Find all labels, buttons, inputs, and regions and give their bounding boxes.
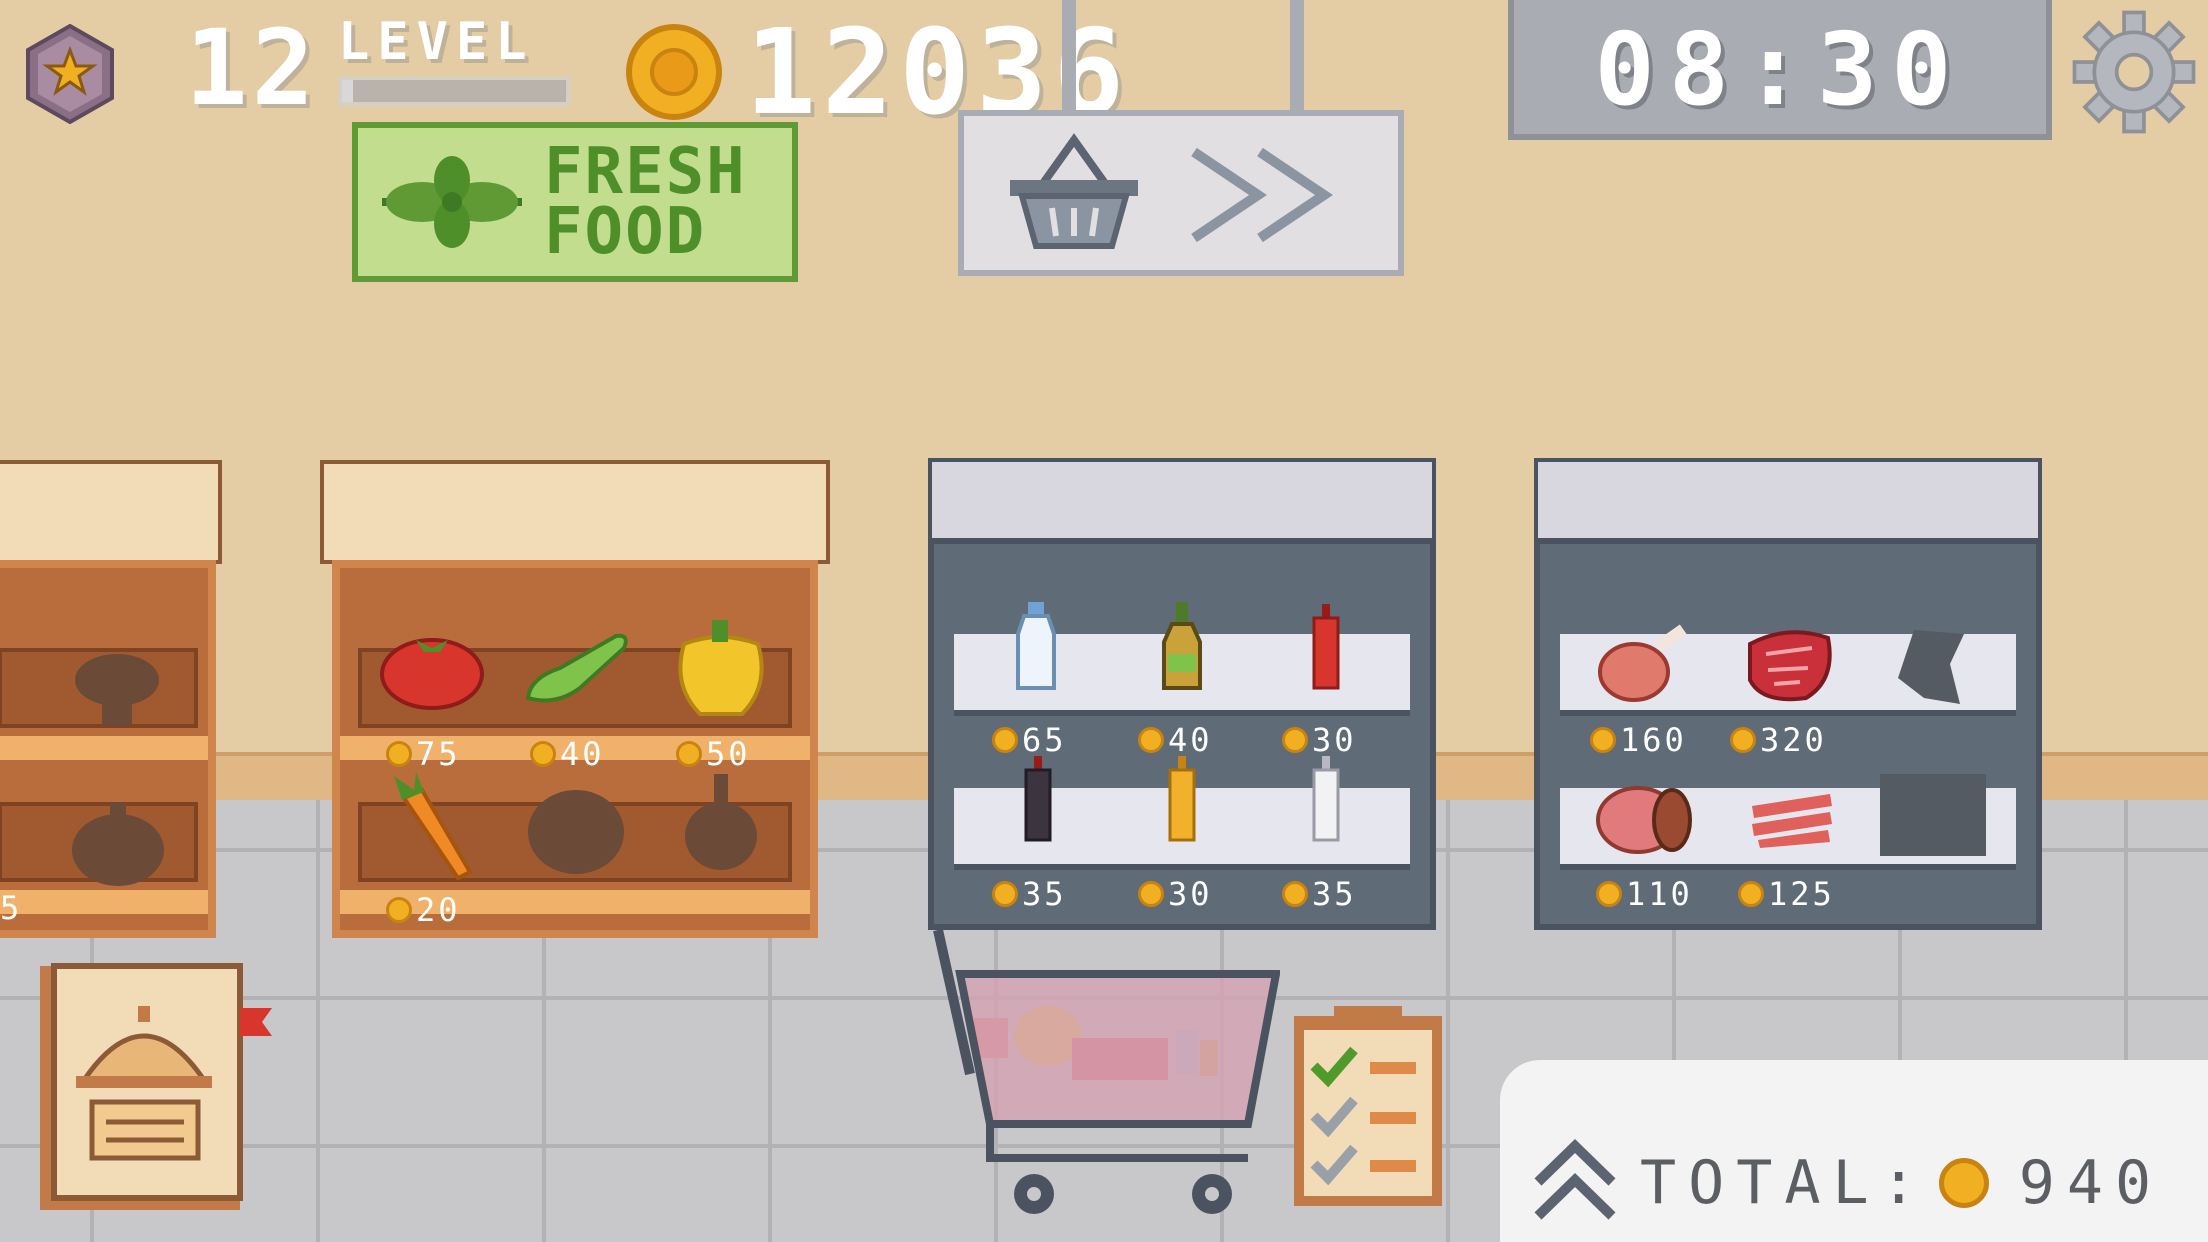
recipe-book-icon[interactable] xyxy=(36,962,276,1214)
clock-time: 08:30 xyxy=(1594,11,1966,128)
cabbage-silhouette-icon xyxy=(528,790,624,874)
gear-icon[interactable] xyxy=(2072,10,2196,134)
shelf-rail xyxy=(0,736,208,760)
price-value: 320 xyxy=(1760,721,1827,759)
soy-sauce-bottle-icon[interactable] xyxy=(1024,756,1052,842)
coin-icon xyxy=(1138,727,1164,753)
beet-silhouette-icon xyxy=(685,774,757,870)
basket-icon xyxy=(1010,133,1138,249)
fresh-food-sign: FRESH FOOD xyxy=(352,122,798,282)
steak-icon[interactable] xyxy=(1742,624,1836,704)
price-label: 50 xyxy=(676,734,751,774)
mustard-bottle-icon[interactable] xyxy=(1168,756,1196,842)
coin-icon xyxy=(1282,881,1308,907)
bacon-icon[interactable] xyxy=(1748,788,1834,850)
drinks-fridge-top xyxy=(928,458,1436,542)
fast-forward-icon xyxy=(1191,147,1333,243)
ham-leg-icon[interactable] xyxy=(1596,620,1692,704)
herb-icon xyxy=(382,156,522,248)
price-label: 75 xyxy=(386,734,461,774)
oil-bottle-icon[interactable] xyxy=(1160,600,1204,692)
coin-icon xyxy=(992,881,1018,907)
price-value: 30 xyxy=(1312,721,1357,759)
sign-pole-left xyxy=(1062,0,1076,112)
coin-icon xyxy=(1282,727,1308,753)
price-value: 40 xyxy=(1168,721,1213,759)
coin-icon xyxy=(1738,881,1764,907)
price-value: 125 xyxy=(1768,875,1835,913)
total-amount: TOTAL: 940 xyxy=(1640,1148,2163,1218)
fish-silhouette-icon xyxy=(1898,630,1964,704)
mayo-bottle-icon[interactable] xyxy=(1312,756,1340,842)
coin-icon xyxy=(386,897,412,923)
checkout-sign[interactable] xyxy=(958,110,1404,276)
price-label: 20 xyxy=(386,890,461,930)
price-label: 30 xyxy=(1138,874,1213,914)
coin-icon xyxy=(1138,881,1164,907)
price-value: 50 xyxy=(706,735,751,773)
price-value: 20 xyxy=(416,891,461,929)
coin-icon xyxy=(1730,727,1756,753)
price-value: 35 xyxy=(1022,875,1067,913)
coin-icon xyxy=(676,741,702,767)
chevron-up-icon[interactable] xyxy=(1530,1134,1620,1224)
cucumber-icon[interactable] xyxy=(520,624,632,710)
level-progress-fill xyxy=(342,80,354,102)
coin-icon xyxy=(530,741,556,767)
total-label: TOTAL: xyxy=(1640,1148,1929,1218)
checklist-icon[interactable] xyxy=(1290,1004,1446,1210)
level-number: 12 xyxy=(185,7,319,129)
shopping-cart-icon[interactable] xyxy=(930,926,1280,1222)
fresh-food-text: FRESH FOOD xyxy=(544,135,747,269)
level-progress-bar xyxy=(338,76,570,106)
price-label: 40 xyxy=(1138,720,1213,760)
tomato-icon[interactable] xyxy=(378,626,486,710)
price-value: 5 xyxy=(0,889,23,927)
ketchup-bottle-icon[interactable] xyxy=(1312,604,1340,690)
sign-pole-right xyxy=(1290,0,1304,112)
mushroom-silhouette-icon xyxy=(75,654,159,726)
price-value: 160 xyxy=(1620,721,1687,759)
meat-fridge-top xyxy=(1534,458,2042,542)
price-label: 30 xyxy=(1282,720,1357,760)
level-label: LEVEL xyxy=(338,12,535,72)
meat-silhouette-icon xyxy=(1880,774,1986,856)
shelf-rail xyxy=(0,890,208,914)
price-label: 5 xyxy=(0,888,22,928)
coin-icon xyxy=(1590,727,1616,753)
coin-icon xyxy=(626,24,722,120)
price-label: 35 xyxy=(992,874,1067,914)
price-label: 320 xyxy=(1730,720,1827,760)
price-value: 65 xyxy=(1022,721,1067,759)
ham-roll-icon[interactable] xyxy=(1594,784,1694,856)
price-label: 160 xyxy=(1590,720,1687,760)
price-value: 40 xyxy=(560,735,605,773)
onion-silhouette-icon xyxy=(72,802,164,886)
price-value: 110 xyxy=(1626,875,1693,913)
total-value: 940 xyxy=(2018,1148,2164,1218)
price-label: 35 xyxy=(1282,874,1357,914)
fresh-food-line1: FRESH xyxy=(544,135,747,209)
coin-icon xyxy=(386,741,412,767)
total-panel[interactable]: TOTAL: 940 xyxy=(1500,1060,2208,1242)
price-value: 75 xyxy=(416,735,461,773)
price-label: 40 xyxy=(530,734,605,774)
shelf-left xyxy=(0,560,216,938)
milk-bottle-icon[interactable] xyxy=(1014,600,1058,692)
yellow-pepper-icon[interactable] xyxy=(670,616,772,720)
coin-icon xyxy=(1596,881,1622,907)
fresh-food-line2: FOOD xyxy=(544,195,707,269)
shelf-left-top xyxy=(0,460,222,564)
carrot-icon[interactable] xyxy=(392,772,476,880)
star-badge-icon[interactable] xyxy=(26,24,114,124)
coin-icon xyxy=(992,727,1018,753)
price-label: 65 xyxy=(992,720,1067,760)
vegetable-shelf-top xyxy=(320,460,830,564)
price-label: 110 xyxy=(1596,874,1693,914)
price-value: 35 xyxy=(1312,875,1357,913)
coin-icon xyxy=(1938,1158,1989,1208)
price-value: 30 xyxy=(1168,875,1213,913)
price-label: 125 xyxy=(1738,874,1835,914)
clock-panel: 08:30 xyxy=(1508,0,2052,140)
